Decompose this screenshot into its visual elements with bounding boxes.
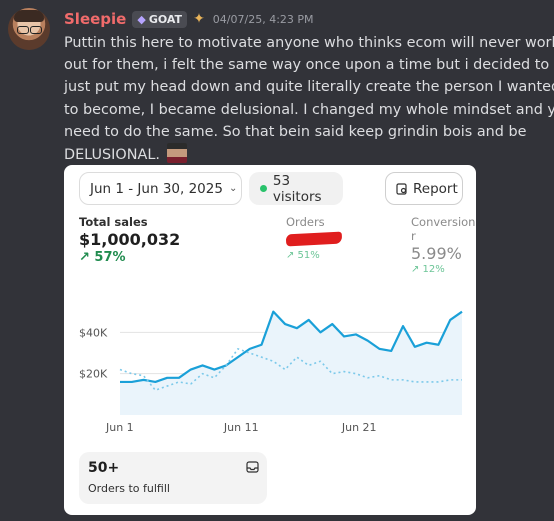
metric-change: ↗ 51% [286, 250, 320, 261]
analytics-screenshot[interactable]: Jun 1 - Jun 30, 2025 ⌄ 53 visitors Repor… [64, 165, 476, 515]
y-tick-label: $20K [79, 368, 108, 381]
visitors-label: 53 visitors [272, 172, 322, 205]
visitors-pill: 53 visitors [249, 172, 343, 205]
metric-change: ↗ 12% [411, 264, 445, 275]
x-tick-label: Jun 11 [223, 421, 259, 433]
avatar-hair [14, 10, 44, 22]
message-line: Puttin this here to motivate anyone who … [64, 35, 554, 51]
avatar-glasses-left [17, 26, 29, 34]
metric-conversion: Conversion r 5.99% ↗ 12% [411, 215, 476, 275]
report-label: Report [413, 180, 458, 197]
x-tick-label: Jun 21 [341, 421, 377, 433]
message-header: Sleepie ◆ GOAT ✦ 04/07/25, 4:23 PM [64, 9, 314, 29]
timestamp: 04/07/25, 4:23 PM [212, 12, 314, 26]
date-range-picker: Jun 1 - Jun 30, 2025 ⌄ [79, 172, 242, 205]
message-line-last: DELUSIONAL. [64, 143, 544, 166]
metric-value: $1,000,032 [79, 230, 181, 249]
metric-label: Total sales [79, 215, 148, 229]
username[interactable]: Sleepie [64, 10, 126, 28]
metric-value: 5.99% [411, 244, 462, 263]
avatar[interactable] [8, 8, 50, 50]
custom-emoji-image[interactable] [166, 143, 187, 164]
live-dot-icon [260, 185, 267, 192]
x-tick-label: Jun 1 [105, 421, 134, 433]
message-line: out for them, i felt the same way once u… [64, 57, 550, 74]
message-text: Puttin this here to motivate anyone who … [64, 32, 554, 166]
sales-line-chart: $40K $20K Jun 1 Jun 11 Jun 21 [79, 310, 463, 433]
metric-orders: Orders ↗ 51% [285, 215, 343, 261]
message-line: just put my head down and quite literall… [64, 79, 554, 96]
y-tick-label: $40K [79, 326, 108, 339]
date-range-label: Jun 1 - Jun 30, 2025 [90, 180, 223, 197]
fulfill-count: 50+ [88, 460, 120, 476]
chevron-down-icon: ⌄ [228, 183, 238, 194]
metric-total-sales: Total sales $1,000,032 ↗ 57% [79, 215, 180, 265]
redaction-scribble [285, 231, 343, 247]
metric-label: Orders [286, 215, 325, 229]
orders-to-fulfill-card: 50+ Orders to fulfill [79, 452, 267, 504]
metric-change: ↗ 57% [79, 250, 126, 265]
report-button: Report [385, 172, 463, 205]
fulfill-label: Orders to fulfill [88, 482, 170, 495]
message-line-text: DELUSIONAL. [64, 147, 160, 164]
metric-label: Conversion r [411, 215, 476, 243]
role-icon: ✦ [193, 11, 205, 27]
guild-tag-badge[interactable]: ◆ GOAT [132, 10, 188, 28]
inbox-icon [246, 461, 259, 473]
report-icon [396, 182, 407, 195]
message-line: to become, I became delusional. I change… [64, 101, 554, 118]
diamond-icon: ◆ [137, 12, 146, 26]
message-line: need to do the same. So that bein said k… [64, 123, 527, 140]
badge-label: GOAT [148, 12, 183, 26]
avatar-glasses-right [30, 26, 42, 34]
